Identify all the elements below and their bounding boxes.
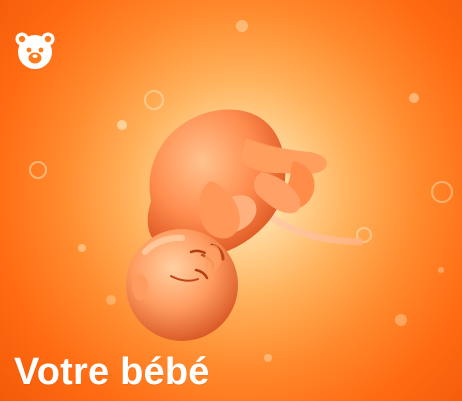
bear-face-icon[interactable]: [12, 28, 58, 74]
fetus-illustration: [29, 20, 453, 362]
page-title: Votre bébé: [14, 351, 210, 393]
baby-hero-card[interactable]: Votre bébé: [0, 0, 462, 401]
